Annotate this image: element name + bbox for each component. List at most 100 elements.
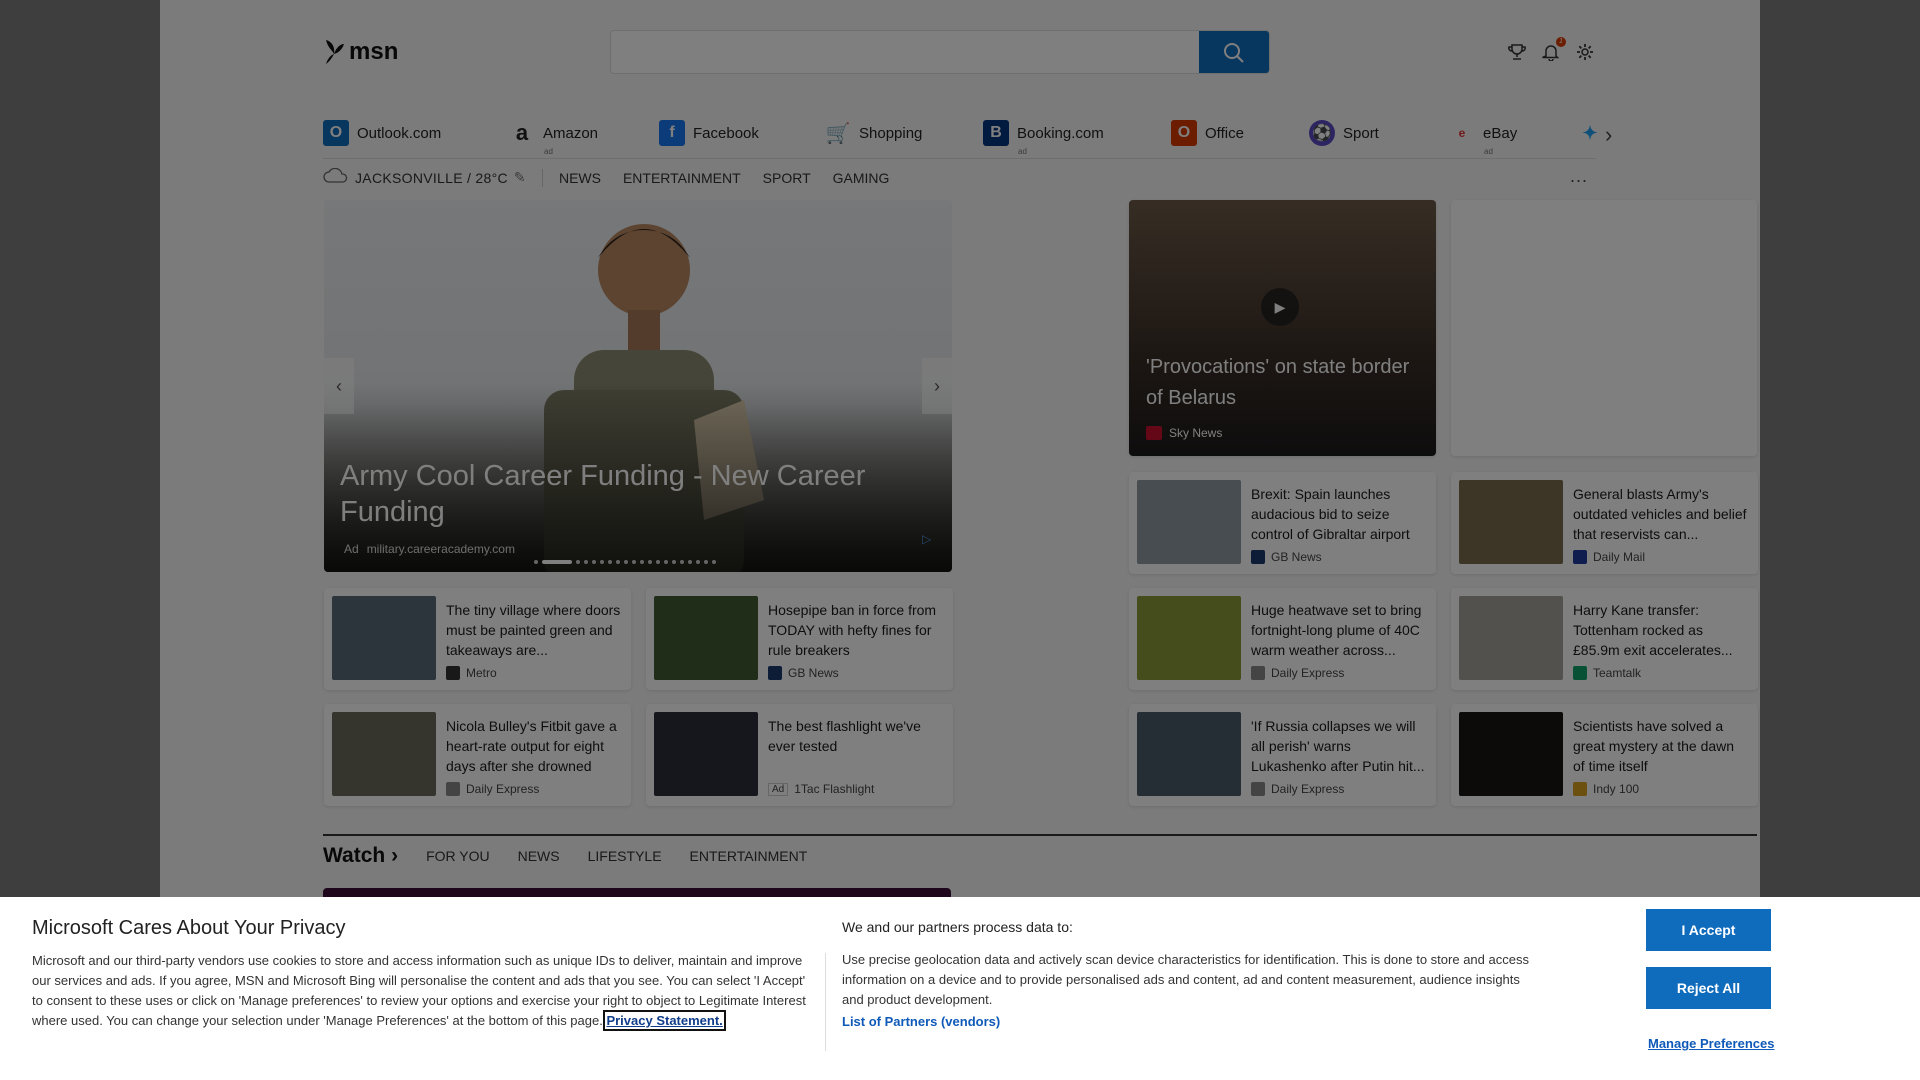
feature-source: Sky News xyxy=(1146,426,1222,440)
carousel-dot[interactable] xyxy=(648,560,652,564)
carousel-dot[interactable] xyxy=(680,560,684,564)
carousel-next-icon[interactable]: › xyxy=(922,358,952,414)
partners-list-link[interactable]: List of Partners (vendors) xyxy=(842,1014,1000,1029)
watch-tab-lifestyle[interactable]: LIFESTYLE xyxy=(588,848,662,864)
quicklink-amazon[interactable]: a Amazon ad xyxy=(509,120,659,156)
privacy-consent-banner: Microsoft Cares About Your Privacy Micro… xyxy=(0,897,1920,1080)
carousel-dot[interactable] xyxy=(576,560,580,564)
news-thumbnail xyxy=(332,712,436,796)
news-thumbnail xyxy=(1137,596,1241,680)
edit-pencil-icon[interactable]: ✎ xyxy=(514,169,526,186)
hero-source-text: military.careeracademy.com xyxy=(366,542,515,556)
privacy-statement-link[interactable]: Privacy Statement. xyxy=(603,1010,726,1031)
nav-sport[interactable]: SPORT xyxy=(763,170,811,186)
carousel-dot[interactable] xyxy=(534,560,538,564)
carousel-dot[interactable] xyxy=(608,560,612,564)
twitter-bird-icon: ✦ xyxy=(1582,122,1598,143)
nav-entertainment[interactable]: ENTERTAINMENT xyxy=(623,170,741,186)
adchoices-icon[interactable]: ▷ xyxy=(922,532,931,546)
news-source-text: Teamtalk xyxy=(1593,666,1642,680)
carousel-dot[interactable] xyxy=(600,560,604,564)
carousel-dot[interactable] xyxy=(592,560,596,564)
news-thumbnail xyxy=(1459,480,1563,564)
source-logo-icon xyxy=(1251,550,1265,564)
news-card[interactable]: 'If Russia collapses we will all perish'… xyxy=(1129,704,1436,806)
carousel-dot[interactable] xyxy=(696,560,700,564)
nav-news[interactable]: NEWS xyxy=(559,170,601,186)
search-icon xyxy=(1224,43,1244,63)
news-card[interactable]: Huge heatwave set to bring fortnight-lon… xyxy=(1129,588,1436,690)
quicklink-label: eBay xyxy=(1483,124,1518,142)
hero-title[interactable]: Army Cool Career Funding - New Career Fu… xyxy=(340,458,900,530)
office-icon: O xyxy=(1171,120,1197,146)
news-title: Hosepipe ban in force from TODAY with he… xyxy=(768,602,937,658)
nav-gaming[interactable]: GAMING xyxy=(833,170,890,186)
watch-tab-for-you[interactable]: FOR YOU xyxy=(426,848,490,864)
watch-section-header: Watch › FOR YOU NEWS LIFESTYLE ENTERTAIN… xyxy=(323,844,807,868)
more-options-icon[interactable]: ... xyxy=(1570,166,1588,187)
carousel-dot[interactable] xyxy=(584,560,588,564)
carousel-dot[interactable] xyxy=(624,560,628,564)
settings-gear-icon[interactable] xyxy=(1575,42,1595,62)
ad-label: Ad xyxy=(768,782,789,796)
carousel-dot[interactable] xyxy=(712,560,716,564)
manage-preferences-link[interactable]: Manage Preferences xyxy=(1648,1036,1774,1051)
quicklinks-next-chevron-icon[interactable]: › xyxy=(1605,122,1612,148)
quicklink-ebay[interactable]: e eBay ad xyxy=(1449,120,1577,157)
carousel-dot[interactable] xyxy=(688,560,692,564)
news-source-text: 1Tac Flashlight xyxy=(794,782,875,796)
news-card[interactable]: General blasts Army's outdated vehicles … xyxy=(1451,472,1758,574)
news-card[interactable]: Harry Kane transfer: Tottenham rocked as… xyxy=(1451,588,1758,690)
notifications-bell-icon[interactable]: 1 xyxy=(1541,37,1566,62)
carousel-dot[interactable] xyxy=(616,560,620,564)
news-thumbnail xyxy=(654,712,758,796)
watch-divider xyxy=(323,834,1757,836)
carousel-dot[interactable] xyxy=(640,560,644,564)
quicklink-sport[interactable]: ⚽ Sport xyxy=(1309,120,1449,146)
news-card[interactable]: Brexit: Spain launches audacious bid to … xyxy=(1129,472,1436,574)
quicklink-twitter[interactable]: ✦ xyxy=(1577,120,1603,146)
rewards-trophy-icon[interactable] xyxy=(1507,42,1527,62)
carousel-prev-icon[interactable]: ‹ xyxy=(324,358,354,414)
news-card[interactable]: The tiny village where doors must be pai… xyxy=(324,588,631,690)
feature-video-card[interactable]: ▶ 'Provocations' on state border of Bela… xyxy=(1129,200,1436,456)
news-source-text: Daily Mail xyxy=(1593,550,1646,564)
quicklink-office[interactable]: O Office xyxy=(1171,120,1309,146)
news-title: General blasts Army's outdated vehicles … xyxy=(1573,486,1747,542)
news-source: Daily Express xyxy=(1251,782,1344,796)
watch-tab-news[interactable]: NEWS xyxy=(518,848,560,864)
watch-tab-entertainment[interactable]: ENTERTAINMENT xyxy=(690,848,808,864)
news-source-text: Daily Express xyxy=(1271,782,1345,796)
quicklink-facebook[interactable]: f Facebook xyxy=(659,120,825,146)
privacy-subtitle: We and our partners process data to: xyxy=(842,919,1073,935)
quicklink-booking[interactable]: B Booking.com ad xyxy=(983,120,1171,156)
news-source: Teamtalk xyxy=(1573,666,1641,680)
hero-carousel[interactable]: ‹ › Army Cool Career Funding - New Caree… xyxy=(324,200,952,572)
search-button[interactable] xyxy=(1199,31,1269,73)
news-card[interactable]: Hosepipe ban in force from TODAY with he… xyxy=(646,588,953,690)
quicklink-outlook[interactable]: O Outlook.com xyxy=(323,120,509,146)
news-card[interactable]: The best flashlight we've ever tested Ad 1… xyxy=(646,704,953,806)
weather-widget[interactable]: JACKSONVILLE / 28°C ✎ xyxy=(323,167,526,187)
quicklink-shopping[interactable]: 🛒 Shopping xyxy=(825,120,983,146)
quicklink-label: Amazon xyxy=(543,124,599,142)
news-source-text: Daily Express xyxy=(1271,666,1345,680)
carousel-dot-active[interactable] xyxy=(542,560,572,564)
news-card[interactable]: Scientists have solved a great mystery a… xyxy=(1451,704,1758,806)
chevron-right-icon: › xyxy=(391,844,399,867)
msn-logo[interactable]: msn xyxy=(323,38,398,66)
news-thumbnail xyxy=(1459,596,1563,680)
carousel-dot[interactable] xyxy=(632,560,636,564)
search-bar xyxy=(610,30,1270,74)
carousel-dot[interactable] xyxy=(656,560,660,564)
news-card[interactable]: Nicola Bulley's Fitbit gave a heart-rate… xyxy=(324,704,631,806)
carousel-dot[interactable] xyxy=(664,560,668,564)
carousel-dot[interactable] xyxy=(672,560,676,564)
accept-button[interactable]: I Accept xyxy=(1646,909,1771,951)
watch-title[interactable]: Watch › xyxy=(323,844,398,868)
play-icon[interactable]: ▶ xyxy=(1261,288,1299,326)
reject-all-button[interactable]: Reject All xyxy=(1646,967,1771,1009)
search-input[interactable] xyxy=(611,31,1199,73)
carousel-dot[interactable] xyxy=(704,560,708,564)
news-thumbnail xyxy=(332,596,436,680)
